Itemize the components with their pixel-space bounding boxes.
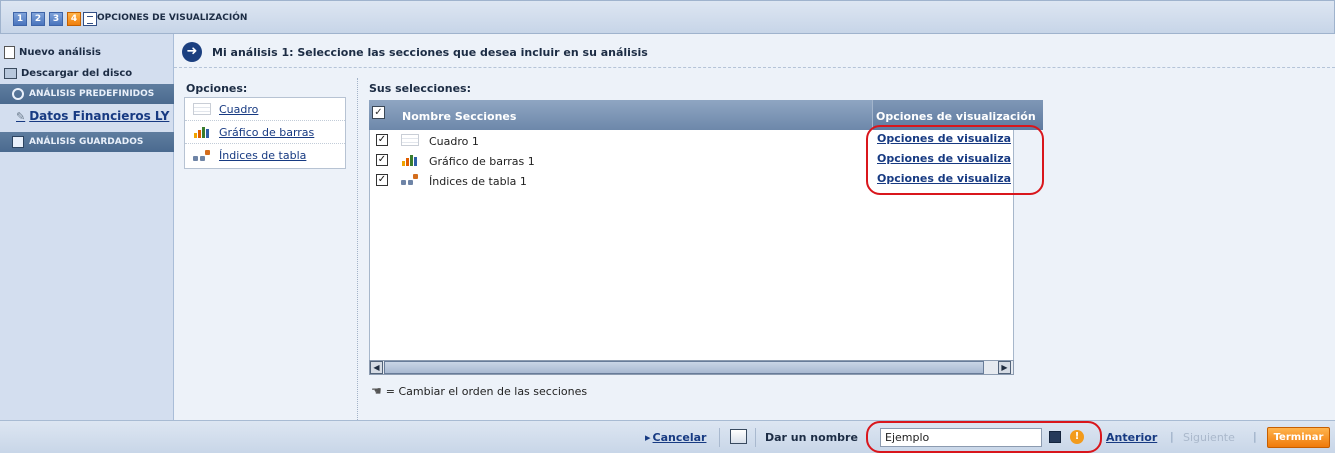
download-link[interactable]: Descargar del disco — [4, 65, 132, 81]
pipe-divider: | — [1170, 430, 1174, 443]
table-index-icon — [193, 149, 211, 162]
arrow-right-icon: ➜ — [182, 42, 202, 62]
option-item[interactable]: Índices de tabla — [185, 144, 345, 167]
cancel-button[interactable]: Cancelar — [645, 431, 707, 444]
row-options-link[interactable]: Opciones de visualiza — [877, 172, 1013, 185]
bar-chart-icon — [401, 154, 419, 166]
pipe-divider: | — [1253, 430, 1257, 443]
horizontal-scrollbar[interactable]: ◀ ▶ — [369, 360, 1014, 375]
list-icon — [83, 12, 97, 26]
bar-chart-icon — [193, 126, 211, 138]
option-label[interactable]: Cuadro — [219, 103, 258, 116]
footer-bar: Cancelar Dar un nombre ! Anterior | Sigu… — [0, 420, 1335, 453]
footer-divider — [719, 428, 720, 447]
wrench-icon: ✎ — [16, 109, 26, 123]
table-index-icon — [401, 174, 419, 186]
disk-icon — [4, 67, 17, 79]
column-divider — [357, 78, 358, 420]
column-header-options[interactable]: Opciones de visualización — [876, 110, 1036, 123]
selections-table: ✓ Cuadro 1 Opciones de visualiza ✓ Gráfi… — [369, 130, 1014, 374]
option-label[interactable]: Índices de tabla — [219, 149, 306, 162]
options-list: Cuadro Gráfico de barras Índices de tabl… — [184, 97, 346, 169]
predefined-item-link[interactable]: ✎ Datos Financieros LY — [16, 109, 169, 123]
selections-header: ✓ Nombre Secciones Opciones de visualiza… — [369, 100, 1043, 130]
options-label: Opciones: — [186, 82, 248, 95]
next-button: Siguiente — [1183, 431, 1235, 444]
row-name: Cuadro 1 — [429, 135, 479, 148]
finish-button[interactable]: Terminar — [1267, 427, 1330, 448]
row-checkbox[interactable]: ✓ — [376, 154, 388, 166]
option-label[interactable]: Gráfico de barras — [219, 126, 314, 139]
previous-button[interactable]: Anterior — [1106, 431, 1157, 444]
step-2-button[interactable]: 2 — [31, 12, 45, 26]
name-input[interactable] — [880, 428, 1042, 447]
selections-label: Sus selecciones: — [369, 82, 471, 95]
main-header: ➜ Mi análisis 1: Seleccione las seccione… — [174, 34, 1335, 68]
select-all-checkbox[interactable]: ✓ — [372, 106, 385, 119]
new-analysis-link[interactable]: Nuevo análisis — [4, 44, 101, 60]
scroll-right-icon[interactable]: ▶ — [998, 361, 1011, 374]
row-name: Gráfico de barras 1 — [429, 155, 535, 168]
table-row: ✓ Gráfico de barras 1 Opciones de visual… — [370, 150, 1013, 170]
footer-divider — [755, 428, 756, 447]
reorder-hint: ☚ = Cambiar el orden de las secciones — [371, 384, 587, 398]
column-header-name[interactable]: Nombre Secciones — [402, 110, 516, 123]
table-row: ✓ Índices de tabla 1 Opciones de visuali… — [370, 170, 1013, 190]
gear-icon — [12, 88, 24, 100]
page-title: OPCIONES DE VISUALIZACIÓN — [97, 13, 248, 23]
row-checkbox[interactable]: ✓ — [376, 134, 388, 146]
section-saved[interactable]: ANÁLISIS GUARDADOS — [0, 132, 174, 152]
save-icon — [12, 136, 24, 148]
hand-icon: ☚ — [371, 384, 382, 398]
save-as-icon[interactable] — [730, 429, 747, 444]
step-3-button[interactable]: 3 — [49, 12, 63, 26]
section-predefined[interactable]: ANÁLISIS PREDEFINIDOS — [0, 84, 174, 104]
name-label: Dar un nombre — [765, 431, 858, 444]
option-item[interactable]: Cuadro — [185, 98, 345, 121]
row-options-link[interactable]: Opciones de visualiza — [877, 152, 1013, 165]
row-checkbox[interactable]: ✓ — [376, 174, 388, 186]
table-icon — [401, 134, 419, 146]
step-4-button[interactable]: 4 — [67, 12, 81, 26]
row-options-link[interactable]: Opciones de visualiza — [877, 132, 1013, 145]
main-title: Mi análisis 1: Seleccione las secciones … — [212, 46, 648, 59]
predefined-item-label: Datos Financieros LY — [29, 109, 170, 123]
new-analysis-label: Nuevo análisis — [19, 46, 101, 58]
wizard-topbar: 1 2 3 4 OPCIONES DE VISUALIZACIÓN — [0, 0, 1335, 34]
step-1-button[interactable]: 1 — [13, 12, 27, 26]
section-saved-label: ANÁLISIS GUARDADOS — [29, 137, 144, 147]
document-icon — [4, 45, 15, 59]
scroll-thumb[interactable] — [384, 361, 984, 374]
warning-icon: ! — [1070, 430, 1084, 444]
save-icon[interactable] — [1049, 431, 1061, 443]
scroll-left-icon[interactable]: ◀ — [370, 361, 383, 374]
download-label: Descargar del disco — [21, 67, 133, 79]
table-icon — [193, 103, 211, 115]
section-predefined-label: ANÁLISIS PREDEFINIDOS — [29, 89, 155, 99]
reorder-hint-text: = Cambiar el orden de las secciones — [385, 384, 588, 398]
row-name: Índices de tabla 1 — [429, 175, 527, 188]
table-row: ✓ Cuadro 1 Opciones de visualiza — [370, 130, 1013, 150]
option-item[interactable]: Gráfico de barras — [185, 121, 345, 144]
